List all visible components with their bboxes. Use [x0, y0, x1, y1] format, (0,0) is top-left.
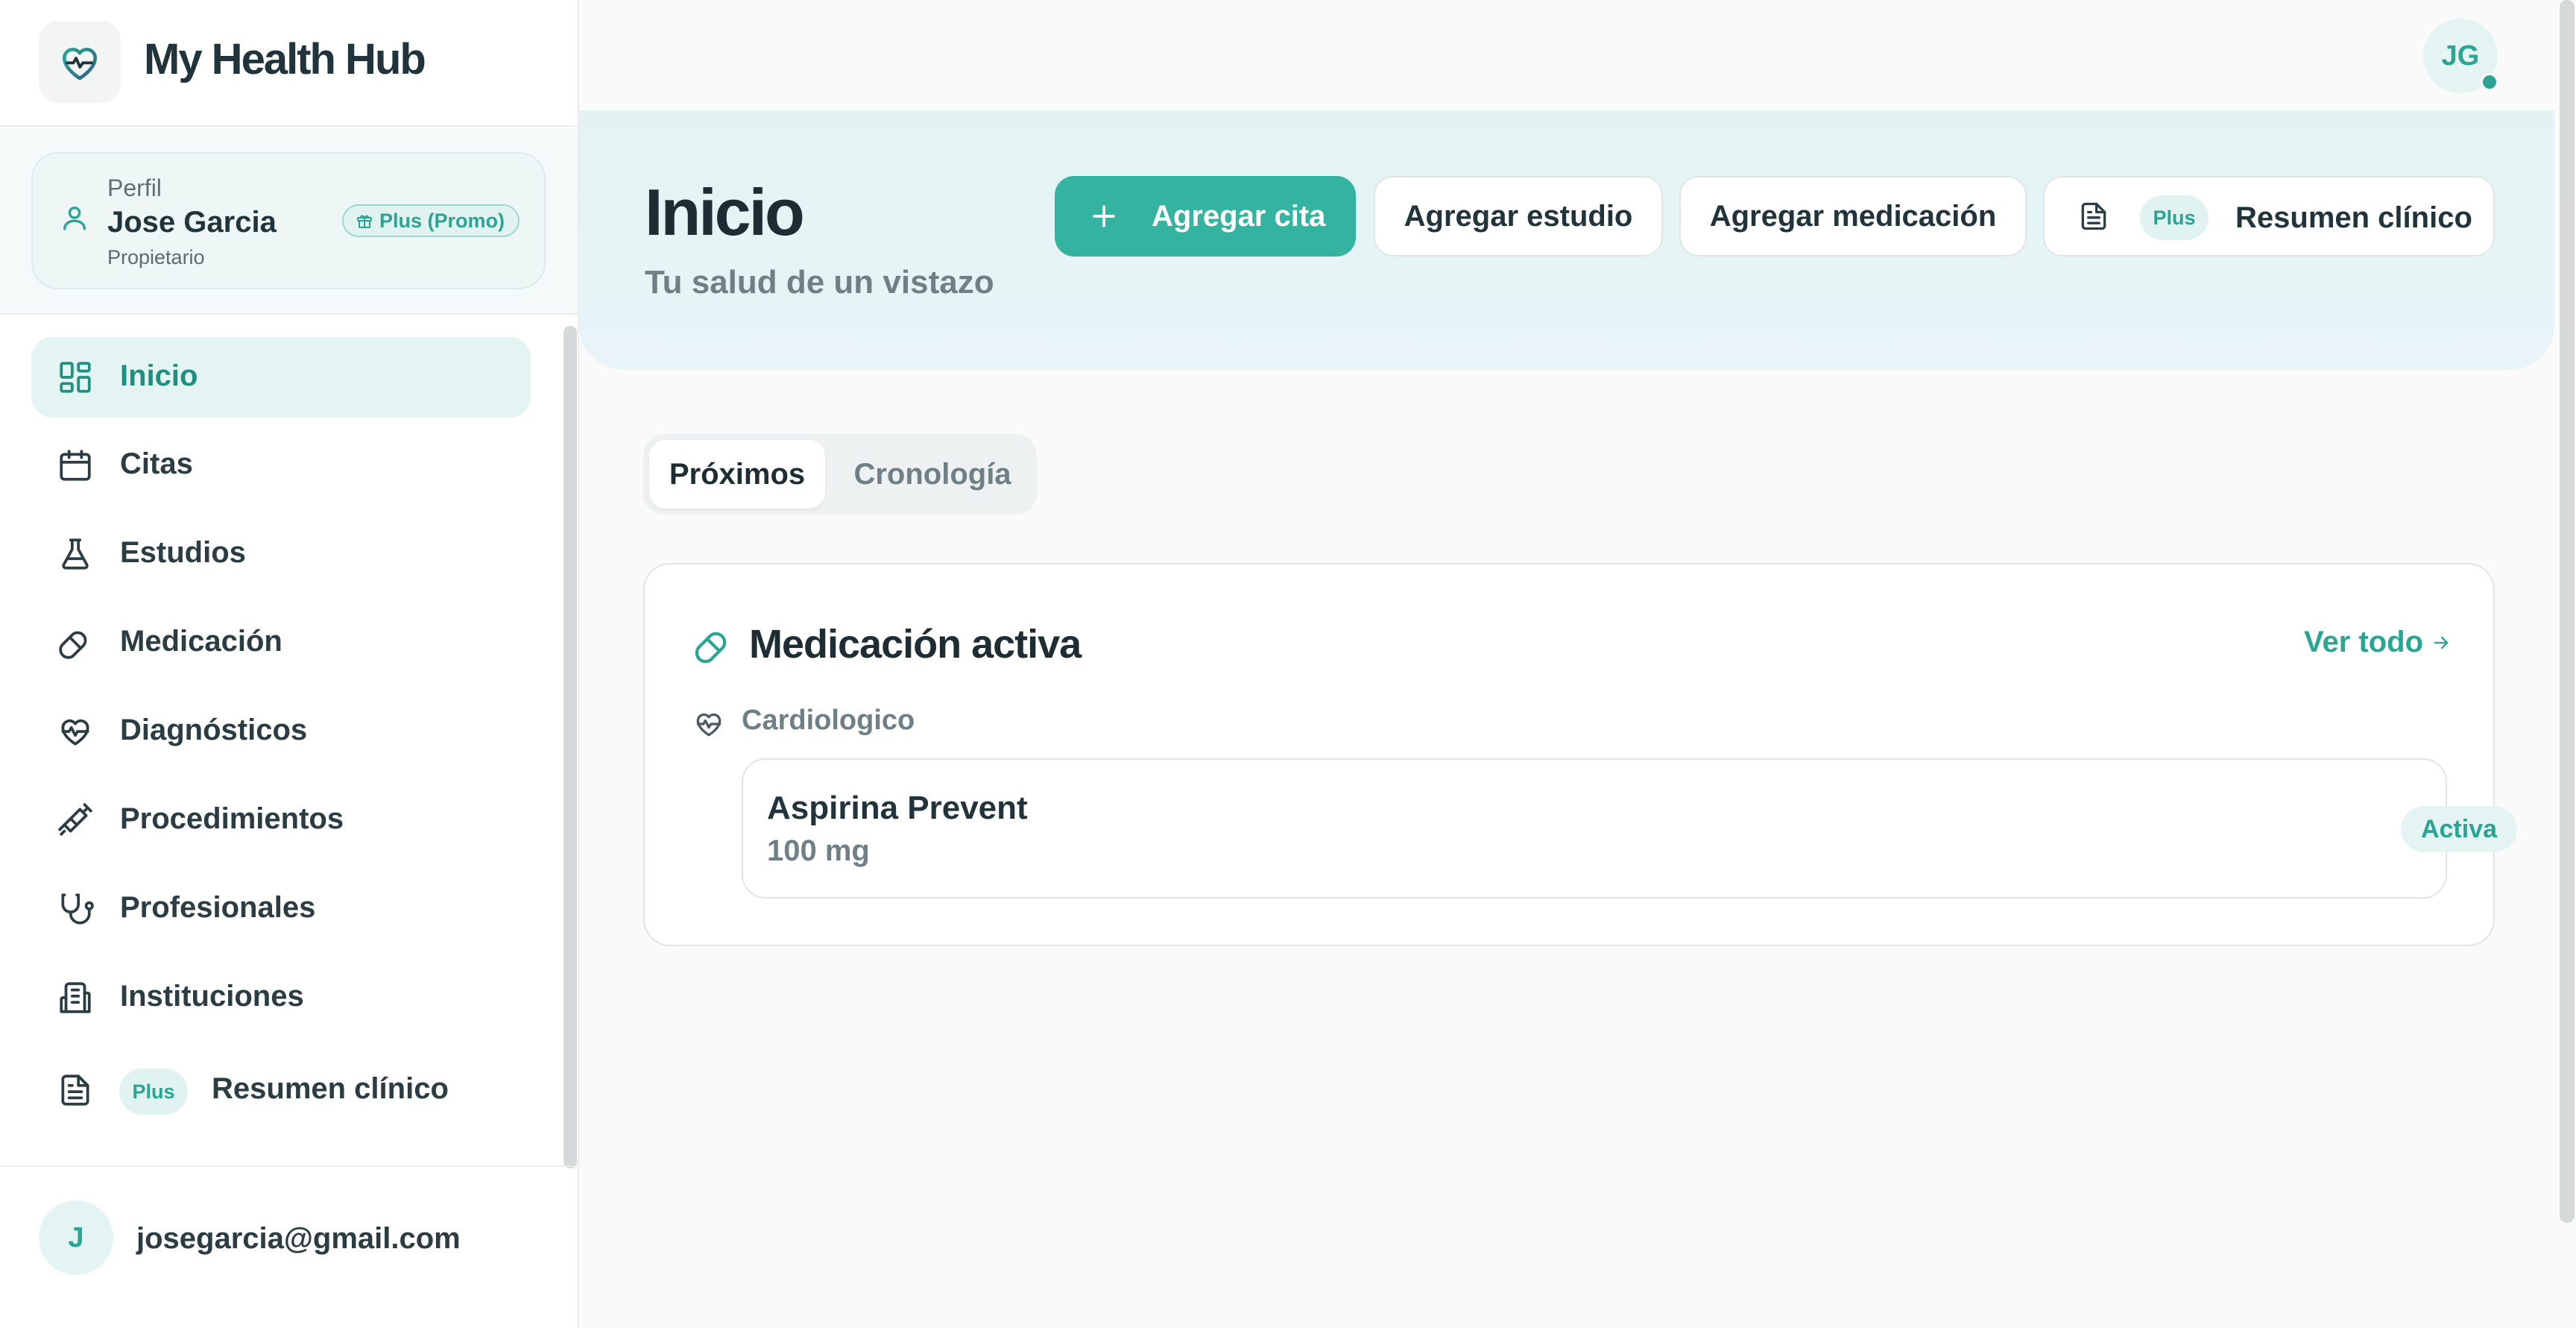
- sidebar-item-label: Citas: [120, 447, 193, 480]
- sidebar-item-procedimientos[interactable]: Procedimientos: [31, 780, 531, 860]
- sidebar-item-medicacion[interactable]: Medicación: [31, 602, 531, 683]
- plus-badge: Plus: [2140, 195, 2209, 240]
- heart-pulse-icon: [57, 713, 94, 750]
- tab-proximos[interactable]: Próximos: [649, 440, 825, 509]
- plus-badge: Plus: [119, 1069, 188, 1115]
- sidebar: My Health Hub Perfil Jose Garcia Propiet…: [0, 0, 579, 1328]
- profile-name: Jose Garcia: [107, 206, 277, 239]
- medication-dose: 100 mg: [767, 834, 870, 867]
- page-title: Inicio: [645, 175, 805, 249]
- main-content: JG Inicio Tu salud de un vistazo Agregar…: [579, 0, 2576, 1328]
- account-footer[interactable]: J josegarcia@gmail.com: [0, 1165, 578, 1328]
- brand-header: My Health Hub: [0, 0, 578, 127]
- view-tabs: Próximos Cronología: [643, 434, 1037, 514]
- medication-item[interactable]: Aspirina Prevent 100 mg Activa: [742, 758, 2517, 899]
- online-status-dot: [2481, 73, 2498, 91]
- sidebar-item-citas[interactable]: Citas: [31, 425, 531, 506]
- pill-icon: [57, 624, 94, 661]
- plus-icon: [1087, 200, 1120, 233]
- sidebar-item-label: Profesionales: [120, 891, 316, 924]
- active-medication-card: Medicación activa Ver todo Cardiologico …: [643, 563, 2517, 946]
- sidebar-item-label: Estudios: [120, 536, 246, 569]
- sidebar-item-resumen-clinico[interactable]: Plus Resumen clínico: [31, 1050, 531, 1130]
- view-all-link[interactable]: Ver todo: [2304, 626, 2452, 659]
- sidebar-item-label: Procedimientos: [120, 802, 344, 835]
- sidebar-item-label: Instituciones: [120, 980, 304, 1013]
- dashboard-icon: [57, 359, 94, 396]
- sidebar-item-estudios[interactable]: Estudios: [31, 514, 531, 594]
- profile-card[interactable]: Perfil Jose Garcia Propietario Plus (Pro…: [31, 152, 546, 289]
- gift-icon: [356, 212, 373, 230]
- pill-icon: [692, 624, 734, 666]
- sidebar-item-label: Diagnósticos: [120, 714, 308, 746]
- account-email: josegarcia@gmail.com: [136, 1222, 461, 1255]
- clinical-summary-label: Resumen clínico: [2235, 201, 2472, 234]
- heart-pulse-icon: [692, 708, 725, 740]
- add-study-button[interactable]: Agregar estudio: [1374, 176, 1663, 257]
- status-badge: Activa: [2401, 806, 2517, 852]
- plan-badge-label: Plus (Promo): [379, 209, 505, 232]
- sidebar-item-diagnosticos[interactable]: Diagnósticos: [31, 691, 531, 772]
- add-appointment-button[interactable]: Agregar cita: [1055, 176, 1356, 257]
- main-scrollbar[interactable]: [2560, 0, 2575, 1223]
- document-icon: [57, 1071, 94, 1109]
- app-logo-icon[interactable]: [39, 21, 121, 103]
- tab-cronologia[interactable]: Cronología: [834, 440, 1031, 509]
- calendar-icon: [57, 447, 94, 484]
- sidebar-item-profesionales[interactable]: Profesionales: [31, 869, 531, 949]
- specialty-group-label: Cardiologico: [742, 705, 915, 736]
- card-title: Medicación activa: [749, 622, 1082, 667]
- profile-section: Perfil Jose Garcia Propietario Plus (Pro…: [0, 128, 578, 315]
- clinical-summary-button[interactable]: Plus Resumen clínico: [2043, 176, 2495, 257]
- sidebar-scrollbar[interactable]: [564, 326, 577, 1168]
- sidebar-item-instituciones[interactable]: Instituciones: [31, 957, 531, 1038]
- top-bar: JG: [579, 0, 2554, 110]
- medication-name: Aspirina Prevent: [767, 790, 1028, 826]
- document-icon: [2077, 200, 2110, 233]
- profile-role: Propietario: [107, 246, 205, 268]
- sidebar-item-label: Medicación: [120, 625, 282, 658]
- sidebar-item-inicio[interactable]: Inicio: [31, 337, 531, 418]
- add-medication-button[interactable]: Agregar medicación: [1679, 176, 2027, 257]
- page-subtitle: Tu salud de un vistazo: [645, 264, 994, 300]
- building-icon: [57, 979, 94, 1016]
- flask-icon: [57, 535, 94, 573]
- page-header: Inicio Tu salud de un vistazo Agregar ci…: [579, 110, 2554, 370]
- add-appointment-label: Agregar cita: [1152, 200, 1326, 233]
- view-all-label: Ver todo: [2304, 626, 2424, 658]
- sidebar-item-label: Inicio: [120, 359, 198, 392]
- syringe-icon: [57, 802, 94, 839]
- arrow-right-icon: [2431, 632, 2452, 653]
- profile-section-label: Perfil: [107, 174, 162, 201]
- user-icon: [60, 203, 89, 233]
- stethoscope-icon: [57, 890, 94, 928]
- app-name: My Health Hub: [144, 35, 426, 84]
- account-avatar: J: [39, 1200, 113, 1275]
- sidebar-item-label: Resumen clínico: [212, 1072, 449, 1105]
- plan-badge: Plus (Promo): [342, 204, 520, 237]
